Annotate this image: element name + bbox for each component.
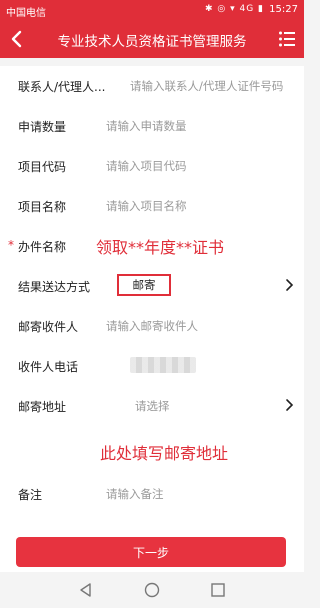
- address-annotation: 此处填写邮寄地址: [100, 444, 229, 463]
- chevron-left-icon[interactable]: [6, 28, 28, 50]
- remark-row[interactable]: 备注 请输入备注: [0, 474, 304, 515]
- contact-input[interactable]: 请输入联系人/代理人证件号码: [130, 78, 283, 94]
- quantity-input[interactable]: 请输入申请数量: [106, 118, 187, 134]
- phone-redacted-value[interactable]: [130, 357, 196, 373]
- project-code-input[interactable]: 请输入项目代码: [106, 158, 187, 174]
- app-header: 专业技术人员资格证书管理服务: [0, 20, 304, 58]
- chevron-right-icon[interactable]: [284, 278, 294, 292]
- required-marker: *: [8, 238, 14, 252]
- contact-row[interactable]: 联系人/代理人... 请输入联系人/代理人证件号码: [0, 66, 304, 107]
- recipient-input[interactable]: 请输入邮寄收件人: [106, 318, 198, 334]
- recents-square-icon[interactable]: [208, 580, 228, 600]
- clock: 15:27: [269, 4, 298, 15]
- project-name-input[interactable]: 请输入项目名称: [106, 198, 187, 214]
- case-name-value[interactable]: 领取**年度**证书: [96, 234, 224, 258]
- quantity-label: 申请数量: [18, 120, 67, 134]
- chevron-right-icon[interactable]: [284, 398, 294, 412]
- project-name-label: 项目名称: [18, 200, 67, 214]
- recipient-row[interactable]: 邮寄收件人 请输入邮寄收件人: [0, 306, 304, 347]
- system-navigation-bar: [0, 572, 304, 608]
- phone-label: 收件人电话: [18, 360, 79, 374]
- address-row[interactable]: 邮寄地址 请选择: [0, 386, 304, 427]
- home-circle-icon[interactable]: [142, 580, 162, 600]
- hamburger-menu-icon[interactable]: [278, 30, 296, 48]
- project-name-row[interactable]: 项目名称 请输入项目名称: [0, 186, 304, 227]
- delivery-value[interactable]: 邮寄: [117, 274, 171, 296]
- delivery-row[interactable]: 结果送达方式 邮寄: [0, 266, 304, 307]
- page-title: 专业技术人员资格证书管理服务: [57, 34, 247, 50]
- remark-label: 备注: [18, 488, 43, 502]
- contact-label: 联系人/代理人...: [18, 80, 106, 94]
- address-label: 邮寄地址: [18, 400, 67, 414]
- case-name-label: 办件名称: [18, 240, 67, 254]
- remark-input[interactable]: 请输入备注: [106, 486, 164, 502]
- status-bar: 中国电信 ✱ ◎ ▾ 4G ▮ 15:27: [0, 0, 304, 20]
- phone-row[interactable]: 收件人电话: [0, 346, 304, 387]
- next-step-button[interactable]: 下一步: [16, 537, 286, 567]
- address-detail-row[interactable]: 此处填写邮寄地址: [0, 426, 304, 475]
- address-select[interactable]: 请选择: [135, 398, 170, 414]
- back-triangle-icon[interactable]: [76, 580, 96, 600]
- recipient-label: 邮寄收件人: [18, 320, 79, 334]
- delivery-label: 结果送达方式: [18, 280, 91, 294]
- carrier-name: 中国电信: [6, 8, 46, 19]
- quantity-row[interactable]: 申请数量 请输入申请数量: [0, 106, 304, 147]
- project-code-row[interactable]: 项目代码 请输入项目代码: [0, 146, 304, 187]
- case-name-row[interactable]: * 办件名称 领取**年度**证书: [0, 226, 304, 267]
- project-code-label: 项目代码: [18, 160, 67, 174]
- status-icons: ✱ ◎ ▾ 4G ▮: [204, 4, 264, 14]
